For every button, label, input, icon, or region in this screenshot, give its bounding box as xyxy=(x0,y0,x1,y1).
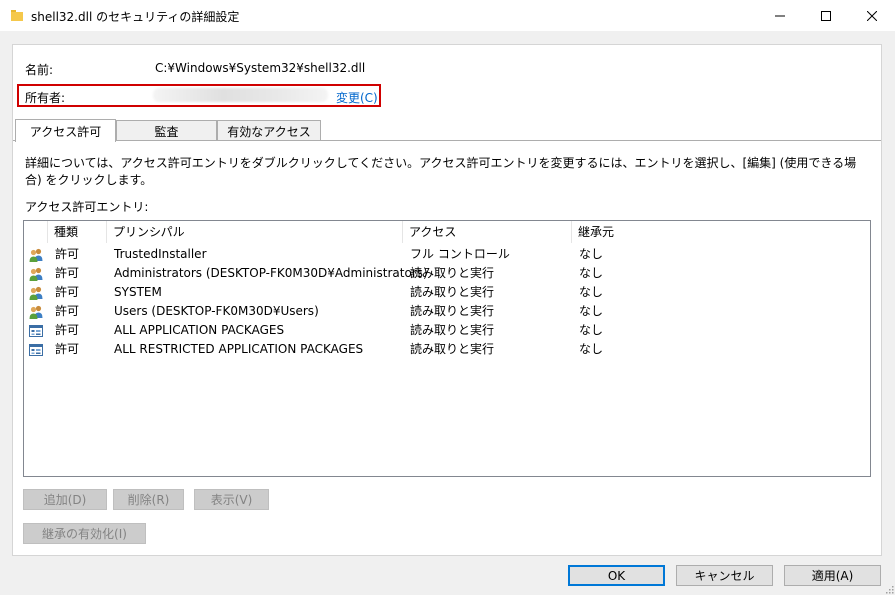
entry-type: 許可 xyxy=(55,342,80,356)
tab-auditing[interactable]: 監査 xyxy=(116,120,217,141)
close-icon xyxy=(867,10,877,21)
entry-inherited-from: なし xyxy=(579,247,604,261)
entry-access: 読み取りと実行 xyxy=(410,304,495,318)
ok-button[interactable]: OK xyxy=(568,565,665,586)
entry-principal: ALL RESTRICTED APPLICATION PACKAGES xyxy=(114,342,364,356)
resize-grip-icon[interactable] xyxy=(884,584,894,594)
owner-change-link[interactable]: 変更(C) xyxy=(336,89,378,106)
window-title: shell32.dll のセキュリティの詳細設定 xyxy=(31,10,240,24)
entry-principal: SYSTEM xyxy=(114,285,162,299)
table-row[interactable]: 許可 ALL RESTRICTED APPLICATION PACKAGES 読み取… xyxy=(24,340,870,359)
add-button[interactable]: 追加(D) xyxy=(23,489,107,510)
entry-access: フル コントロール xyxy=(410,247,510,261)
column-header-type[interactable]: 種類 xyxy=(48,221,107,243)
users-icon xyxy=(28,247,44,263)
entry-access: 読み取りと実行 xyxy=(410,323,495,337)
entry-type: 許可 xyxy=(55,323,80,337)
column-header-inherited-from[interactable]: 継承元 xyxy=(572,221,870,243)
permission-entries-list[interactable]: 種類 プリンシパル アクセス 継承元 許可 TrustedInstaller フル … xyxy=(23,220,871,477)
entry-inherited-from: なし xyxy=(579,323,604,337)
table-row[interactable]: 許可 SYSTEM 読み取りと実行 なし xyxy=(24,283,870,302)
users-icon xyxy=(28,304,44,320)
app-package-icon xyxy=(28,342,44,358)
minimize-button[interactable] xyxy=(757,0,803,31)
entry-inherited-from: なし xyxy=(579,342,604,356)
tab-permissions[interactable]: アクセス許可 xyxy=(15,119,116,142)
table-row[interactable]: 許可 TrustedInstaller フル コントロール なし xyxy=(24,245,870,264)
entry-inherited-from: なし xyxy=(579,266,604,280)
entry-access: 読み取りと実行 xyxy=(410,266,495,280)
security-panel: 名前: C:¥Windows¥System32¥shell32.dll 所有者:… xyxy=(12,44,882,556)
entry-access: 読み取りと実行 xyxy=(410,285,495,299)
table-row[interactable]: 許可 ALL APPLICATION PACKAGES 読み取りと実行 なし xyxy=(24,321,870,340)
entry-principal: TrustedInstaller xyxy=(114,247,207,261)
entry-type: 許可 xyxy=(55,304,80,318)
title-bar[interactable]: shell32.dll のセキュリティの詳細設定 xyxy=(0,0,895,31)
column-header-access[interactable]: アクセス xyxy=(403,221,572,243)
minimize-icon xyxy=(775,15,785,16)
column-header-principal[interactable]: プリンシパル xyxy=(107,221,403,243)
entry-access: 読み取りと実行 xyxy=(410,342,495,356)
apply-button[interactable]: 適用(A) xyxy=(784,565,881,586)
table-row[interactable]: 許可 Administrators (DESKTOP-FK0M30D¥Admini… xyxy=(24,264,870,283)
entry-principal: Administrators (DESKTOP-FK0M30D¥Administ… xyxy=(114,266,428,280)
folder-icon xyxy=(11,10,23,21)
enable-inheritance-button[interactable]: 継承の有効化(I) xyxy=(23,523,146,544)
name-label: 名前: xyxy=(25,63,54,77)
description-text: 詳細については、アクセス許可エントリをダブルクリックしてください。アクセス許可エ… xyxy=(25,156,857,187)
tab-effective-access[interactable]: 有効なアクセス xyxy=(217,120,321,141)
owner-value-redacted xyxy=(153,88,328,102)
permission-entries-label: アクセス許可エントリ: xyxy=(25,200,149,214)
table-row[interactable]: 許可 Users (DESKTOP-FK0M30D¥Users) 読み取りと実行 なし xyxy=(24,302,870,321)
maximize-icon xyxy=(821,10,831,21)
remove-button[interactable]: 削除(R) xyxy=(113,489,184,510)
entry-principal: ALL APPLICATION PACKAGES xyxy=(114,323,285,337)
app-package-icon xyxy=(28,323,44,339)
entry-type: 許可 xyxy=(55,247,80,261)
owner-label: 所有者: xyxy=(25,91,66,105)
maximize-button[interactable] xyxy=(803,0,849,31)
entry-principal: Users (DESKTOP-FK0M30D¥Users) xyxy=(114,304,319,318)
name-value: C:¥Windows¥System32¥shell32.dll xyxy=(155,61,366,75)
column-header-icon[interactable] xyxy=(24,221,48,243)
users-icon xyxy=(28,266,44,282)
view-button[interactable]: 表示(V) xyxy=(194,489,269,510)
entry-type: 許可 xyxy=(55,266,80,280)
entry-inherited-from: なし xyxy=(579,285,604,299)
entry-type: 許可 xyxy=(55,285,80,299)
tab-divider xyxy=(13,140,881,141)
cancel-button[interactable]: キャンセル xyxy=(676,565,773,586)
users-icon xyxy=(28,285,44,301)
entry-inherited-from: なし xyxy=(579,304,604,318)
close-button[interactable] xyxy=(849,0,895,31)
